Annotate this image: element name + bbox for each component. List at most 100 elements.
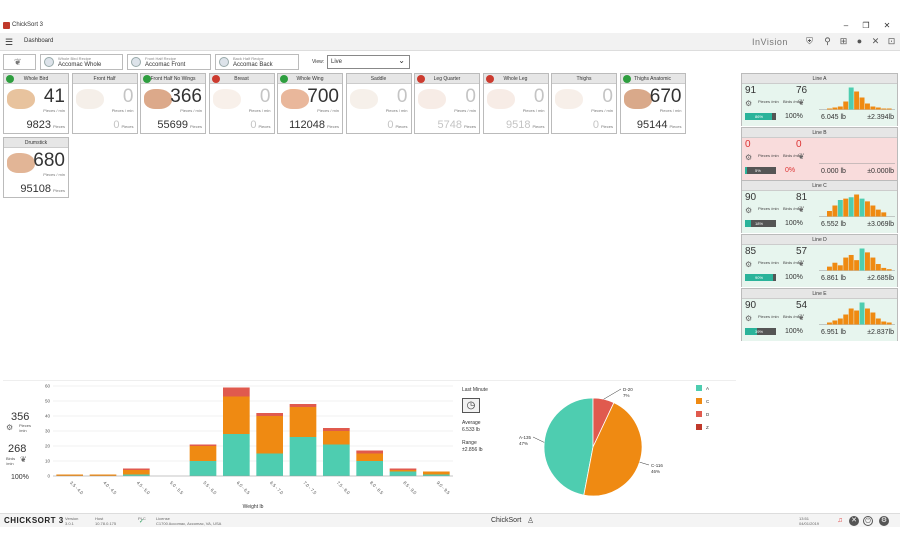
add-user-icon[interactable]: ♙ [527, 516, 534, 525]
total-pieces-value: 95108 [20, 183, 51, 195]
chevron-down-icon: ⌄ [398, 56, 405, 65]
clock-icon[interactable]: ◷ [462, 398, 480, 413]
x-tick-label: 5.0 - 5.5 [169, 480, 185, 496]
mini-bar [875, 210, 881, 217]
line-progress-fill [745, 166, 747, 174]
product-tile[interactable]: Front Half 0 Pieces / min 0 Pieces [71, 73, 138, 134]
line-body: 90 81 ⚙ Pieces /min Birds /min ❦ 18% 100% 6.552 … [742, 191, 897, 234]
pieces-per-min-label: Pieces /min [758, 260, 779, 266]
product-tile-header: Whole Wing [278, 74, 342, 84]
close-button[interactable]: ✕ [881, 20, 893, 32]
pieces-per-min-label: Pieces /min [758, 152, 779, 158]
minimize-button[interactable]: – [840, 20, 852, 32]
histogram-bar-D [123, 468, 150, 470]
line-progress-text: 18% [755, 221, 764, 227]
menu-icon[interactable]: ☰ [5, 37, 13, 48]
recipe-caption: Back Half Recipe [233, 56, 264, 61]
status-dot-icon [211, 75, 220, 83]
pieces-per-min-label: Pieces / min [248, 108, 271, 113]
line-mini-histogram [819, 248, 895, 271]
mini-bar [837, 318, 843, 325]
product-tile[interactable]: Whole Wing 700 Pieces / min 112048 Pieces [277, 73, 343, 134]
power-icon[interactable]: ⏻ [863, 516, 873, 526]
line-progress-text: 5% [755, 167, 761, 173]
line-pieces-value: 91 [745, 85, 757, 96]
grade-pie-chart: A-13547% D-207% C-11646% A C D Z [519, 385, 710, 497]
legend-label: A [706, 386, 709, 391]
line-panel[interactable]: Line D 85 57 ⚙ Pieces /min Birds /min ❦ 90% 100%… [741, 234, 898, 288]
alarm-bell-icon[interactable]: ♫ [835, 516, 845, 526]
legend-swatch [696, 411, 702, 417]
pieces-per-min-label: Pieces / min [180, 108, 202, 113]
product-tile[interactable]: Whole Leg 0 Pieces / min 9518 Pieces [482, 73, 549, 134]
histogram-bar-D [256, 413, 283, 416]
product-tile[interactable]: Thighs Anatomic 670 Pieces / min 95144 Piece… [619, 73, 686, 134]
total-pieces-label: Pieces [52, 188, 65, 193]
line-progress-fill [745, 220, 751, 228]
line-percentage: 0% [785, 166, 796, 174]
product-tile[interactable]: Leg Quarter 0 Pieces / min 5748 Pieces [414, 73, 480, 134]
bird-selector-button[interactable]: ❦ [3, 54, 36, 70]
line-body: 90 54 ⚙ Pieces /min Birds /min ❦ 39% 100% 6.951 … [742, 298, 897, 341]
settings-icon[interactable]: ⚙ [879, 516, 889, 526]
stats-icon[interactable]: ⚲ [822, 36, 833, 47]
statusbar: CHICKSORT 3 Version 3.0.1 Host 10.78.0.1… [0, 513, 900, 527]
histogram-bar-D [323, 428, 350, 431]
bird-icon: ❦ [14, 57, 22, 67]
line-panel[interactable]: Line C 90 81 ⚙ Pieces /min Birds /min ❦ 18% 100%… [741, 180, 898, 234]
status-dot-icon [143, 75, 151, 83]
pie-leader-line [639, 461, 650, 466]
product-tile[interactable]: Breast 0 Pieces / min 0 Pieces [208, 73, 275, 134]
mini-bar [865, 252, 870, 271]
mini-bar [881, 212, 887, 217]
status-dot-icon [75, 75, 83, 83]
line-panel[interactable]: Line B 0 0 ⚙ Pieces /min Birds /min ❦ 5% 0% 0.000… [741, 126, 898, 180]
line-percentage: 100% [785, 220, 803, 228]
pieces-per-min-label: Pieces / min [43, 108, 65, 113]
pieces-per-min-value: 0 [533, 86, 545, 107]
product-name: Leg Quarter [433, 76, 461, 82]
page-title: Dashboard [24, 38, 54, 44]
mini-bar [870, 312, 876, 325]
overview-panel: 356 ⚙ Pieces /min 268 Birds /min ❦ 100% … [3, 380, 736, 512]
x-tick-label: 5.5 - 6.0 [202, 480, 218, 496]
chicken-icon[interactable]: ⛨ [804, 36, 815, 47]
product-tile[interactable]: Drumstick 680 Pieces / min 95108 Pieces [3, 137, 69, 198]
recipe-back-half[interactable]: Back Half Recipe Accomac Back [215, 54, 299, 70]
recipe-front-half[interactable]: Front Half Recipe Accomac Front [127, 54, 211, 70]
total-pieces-label: Pieces [669, 124, 682, 129]
line-panel[interactable]: Line E 90 54 ⚙ Pieces /min Birds /min ❦ 39% 100%… [741, 287, 898, 341]
hierarchy-icon[interactable]: ⊞ [838, 36, 849, 47]
line-progress-bar: 90% [745, 274, 776, 282]
product-tile-header: Front Half [72, 74, 137, 84]
total-pieces-label: Pieces [189, 124, 202, 129]
user-icon[interactable]: ● [854, 36, 865, 47]
recipe-whole-bird[interactable]: Whole Bird Recipe Accomac Whole [40, 54, 123, 70]
histogram-bar-C [189, 446, 217, 461]
line-birds-value: 0 [796, 138, 802, 150]
tools-icon[interactable]: ✕ [870, 36, 881, 47]
product-tile[interactable]: Thighs 0 Pieces / min 0 Pieces [551, 73, 617, 134]
pie-leader-line [603, 388, 622, 400]
chicken-part-image [212, 89, 241, 109]
gear-icon: ⚙ [745, 313, 753, 323]
recipe-bar: ❦ Whole Bird Recipe Accomac Whole Front … [0, 52, 900, 72]
line-panel[interactable]: Line A 91 76 ⚙ Pieces /min Birds /min ❦ 86% 100%… [741, 73, 898, 126]
product-tile-header: Whole Leg [483, 74, 548, 84]
histogram-bar-D [189, 444, 217, 446]
brand-logo: InVision [752, 37, 788, 47]
pieces-per-min-value: 0 [259, 86, 271, 107]
mini-bar [848, 308, 854, 325]
mini-bar [865, 201, 870, 217]
network-icon[interactable]: ⊡ [886, 36, 897, 47]
line-average-weight: 6.951 lb [821, 328, 846, 336]
maximize-button[interactable]: ❐ [860, 20, 872, 32]
view-select[interactable]: Live ⌄ [327, 55, 410, 69]
product-tile[interactable]: Whole Bird 41 Pieces / min 9823 Pieces [3, 73, 69, 134]
gear-icon: ⚙ [745, 152, 753, 162]
stop-icon[interactable]: ✕ [849, 516, 859, 526]
pieces-per-min-value: 0 [122, 86, 134, 107]
product-tile[interactable]: Saddle 0 Pieces / min 0 Pieces [345, 73, 412, 134]
line-average-weight: 6.552 lb [821, 221, 846, 229]
product-tile[interactable]: Front Half No Wings 366 Pieces / min 55699 P… [140, 73, 206, 134]
